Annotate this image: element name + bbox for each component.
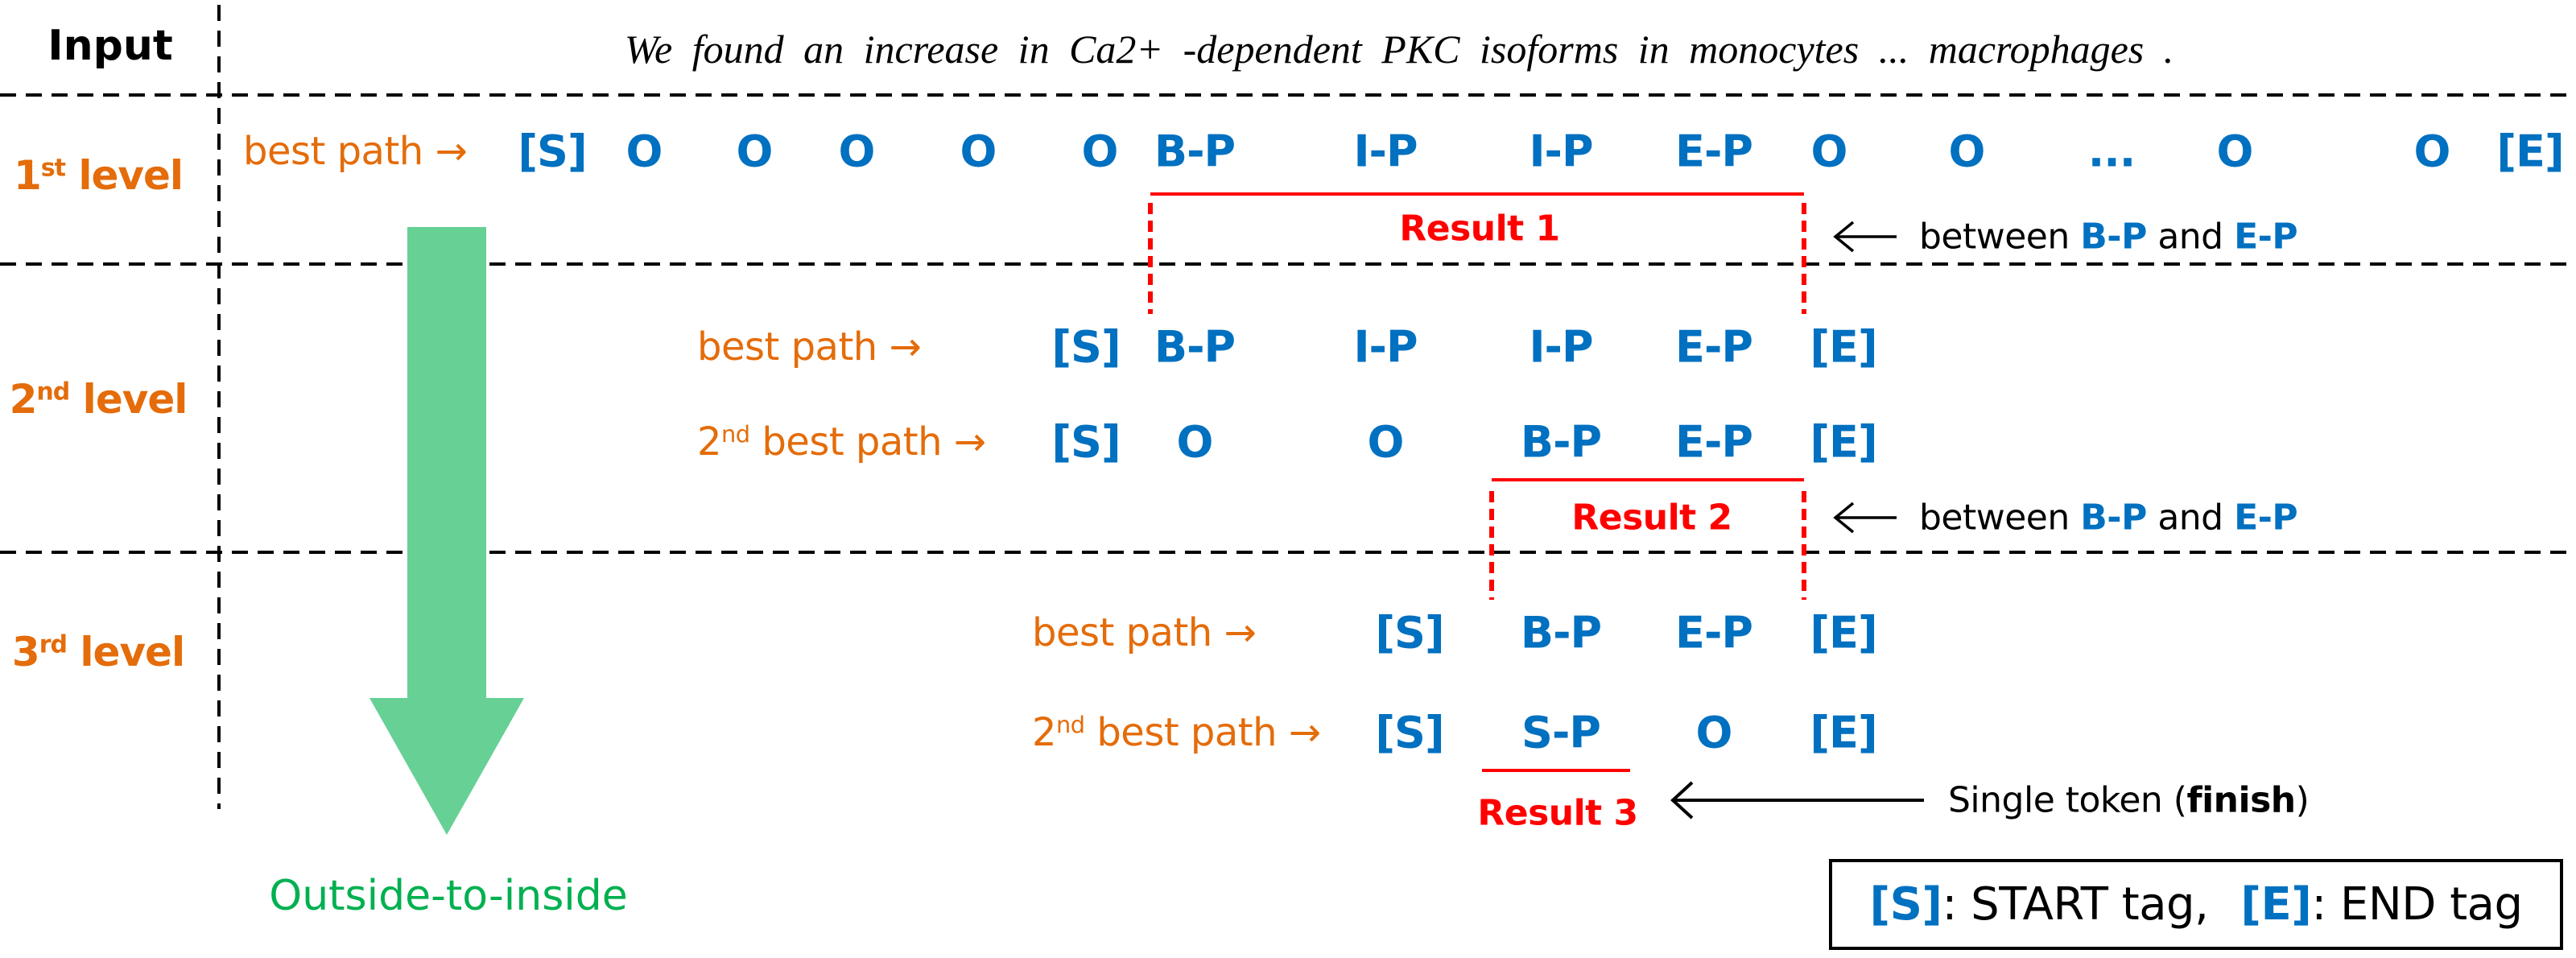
level-suffix: st <box>40 154 66 183</box>
path-text: best path → <box>1084 710 1321 755</box>
token: O <box>1176 416 1214 468</box>
level3-second-path-label: 2nd best path → <box>1032 710 1321 755</box>
token: E-P <box>1675 607 1753 659</box>
ellipsis: ... <box>2087 126 2136 177</box>
note-tag: B-P <box>2080 216 2147 258</box>
level3-best-path-label: best path → <box>1032 610 1257 655</box>
token: E-P <box>1675 416 1753 468</box>
token: O <box>1081 126 1119 177</box>
token: E-P <box>1675 126 1753 177</box>
result-2-label: Result 2 <box>1571 497 1732 539</box>
start-tag: [S] <box>1375 607 1444 659</box>
ordinal: 2 <box>1032 710 1057 755</box>
result-1-label: Result 1 <box>1399 208 1560 250</box>
note-text: Single token ( <box>1948 779 2187 821</box>
level-num: 3 <box>11 629 40 675</box>
token: O <box>960 126 997 177</box>
ordinal-suffix: nd <box>1056 711 1085 739</box>
end-tag: [E] <box>2496 126 2564 177</box>
level-3-label: 3rd level <box>11 629 185 675</box>
note-tag: E-P <box>2234 216 2298 258</box>
input-sentence: We found an increase in Ca2+ -dependent … <box>625 27 2174 72</box>
end-tag: [E] <box>1810 607 1877 659</box>
left-arrow-icon <box>1833 502 1897 534</box>
token: O <box>1695 707 1733 758</box>
between-note-1: between B-P and E-P <box>1919 216 2298 258</box>
result-3-label: Result 3 <box>1477 792 1638 834</box>
ordinal-suffix: nd <box>721 420 750 448</box>
level-word: level <box>78 152 184 199</box>
note-text: ) <box>2295 779 2310 821</box>
level-word: level <box>82 376 188 423</box>
note-text: and <box>2157 497 2223 539</box>
level-2-label: 2nd level <box>10 376 188 423</box>
note-tag: B-P <box>2080 497 2147 539</box>
level-num: 2 <box>9 376 38 423</box>
start-tag: [S] <box>1051 321 1121 373</box>
path-text: best path → <box>749 419 986 465</box>
end-tag: [E] <box>1810 321 1877 373</box>
level-1-label: 1st level <box>13 152 184 199</box>
token: I-P <box>1353 321 1418 373</box>
token: O <box>1810 126 1848 177</box>
token: O <box>1948 126 1986 177</box>
token: O <box>625 126 663 177</box>
note-tag: E-P <box>2234 497 2298 539</box>
token: O <box>2216 126 2254 177</box>
between-note-2: between B-P and E-P <box>1919 497 2298 539</box>
level-suffix: nd <box>36 378 70 407</box>
token: B-P <box>1154 126 1236 177</box>
single-token-note: Single token (finish) <box>1948 779 2310 821</box>
left-arrow-icon <box>1670 781 1924 820</box>
token: E-P <box>1675 321 1753 373</box>
token: B-P <box>1154 321 1236 373</box>
token: I-P <box>1353 126 1418 177</box>
ordinal: 2 <box>697 419 722 465</box>
legend-end-desc: : END tag <box>2311 878 2523 931</box>
tag-legend: [S]: START tag, [E]: END tag <box>1829 859 2563 950</box>
input-label: Input <box>47 22 173 70</box>
legend-start-desc: : START tag, <box>1942 878 2209 931</box>
end-tag: [E] <box>1810 416 1877 468</box>
note-emphasis: finish <box>2186 779 2296 821</box>
legend-start-tag: [S] <box>1869 878 1942 931</box>
token: O <box>1367 416 1405 468</box>
legend-end-tag: [E] <box>2240 878 2312 931</box>
level2-best-path-label: best path → <box>697 324 922 370</box>
note-text: between <box>1919 497 2070 539</box>
level-suffix: rd <box>39 630 68 659</box>
outside-to-inside-arrow <box>369 227 524 835</box>
level2-second-path-label: 2nd best path → <box>697 419 986 465</box>
start-tag: [S] <box>1375 707 1444 758</box>
flow-direction-label: Outside-to-inside <box>269 872 628 920</box>
token: I-P <box>1529 321 1593 373</box>
start-tag: [S] <box>518 126 587 177</box>
level-num: 1 <box>13 152 42 199</box>
end-tag: [E] <box>1810 707 1877 758</box>
token: O <box>2413 126 2451 177</box>
token: B-P <box>1520 416 1602 468</box>
note-text: and <box>2157 216 2223 258</box>
token: B-P <box>1520 607 1602 659</box>
token: I-P <box>1529 126 1593 177</box>
level-word: level <box>80 629 185 675</box>
level1-best-path-label: best path → <box>243 129 468 174</box>
token: O <box>838 126 876 177</box>
left-arrow-icon <box>1833 221 1897 253</box>
note-text: between <box>1919 216 2070 258</box>
token: S-P <box>1521 707 1601 758</box>
start-tag: [S] <box>1051 416 1121 468</box>
token: O <box>736 126 774 177</box>
